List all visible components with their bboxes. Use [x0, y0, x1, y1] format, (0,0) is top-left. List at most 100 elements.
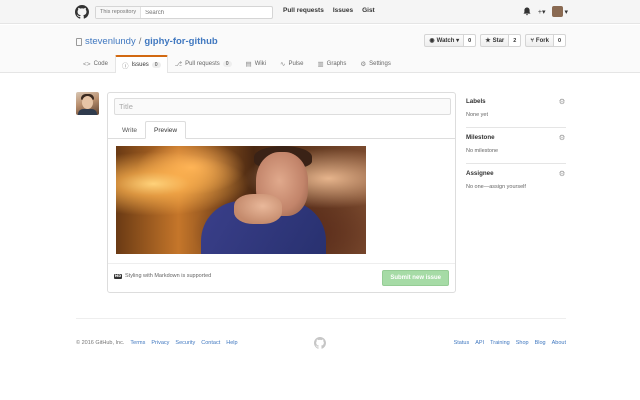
labels-gear-icon[interactable]: ⚙ [558, 98, 566, 106]
milestone-gear-icon[interactable]: ⚙ [558, 134, 566, 142]
gear-icon: ⚙ [360, 61, 367, 68]
new-issue-form: Write Preview MD Styling with Markdown i… [107, 92, 456, 293]
footer-link-shop[interactable]: Shop [516, 340, 529, 346]
tab-pulse[interactable]: ∿ Pulse [273, 55, 310, 72]
git-pull-request-icon: ⎇ [174, 61, 183, 68]
footer-link-help[interactable]: Help [226, 340, 237, 346]
copyright: © 2016 GitHub, Inc. [76, 340, 125, 346]
repo-icon [76, 37, 82, 46]
repo-name-link[interactable]: giphy-for-github [144, 36, 217, 47]
watch-button[interactable]: ◉ Watch ▾ [424, 34, 465, 47]
header-nav: Pull requests Issues Gist [283, 7, 375, 14]
create-new-button[interactable]: +▾ [538, 8, 546, 16]
fork-count[interactable]: 0 [553, 34, 566, 47]
tab-label: Graphs [326, 61, 347, 67]
milestone-value: No milestone [466, 148, 499, 154]
footer-link-terms[interactable]: Terms [130, 340, 145, 346]
fork-button-label: Fork [535, 37, 549, 44]
footer-link-training[interactable]: Training [490, 340, 510, 346]
header-nav-gist[interactable]: Gist [362, 7, 375, 14]
tab-label: Pulse [288, 61, 304, 67]
footer-link-privacy[interactable]: Privacy [151, 340, 169, 346]
footer-link-blog[interactable]: Blog [535, 340, 546, 346]
fork-icon: ⑂ [530, 37, 534, 44]
tab-label: Issues [131, 62, 149, 68]
footer-link-status[interactable]: Status [454, 340, 470, 346]
preview-gif-image [116, 146, 366, 254]
footer-right: Status API Training Shop Blog About [454, 340, 566, 346]
repo-owner-link[interactable]: stevenlundy [85, 36, 136, 47]
avatar-face [82, 96, 93, 109]
footer-link-security[interactable]: Security [175, 340, 195, 346]
tab-label: Code [93, 61, 108, 67]
assignee-section: Assignee No one—assign yourself ⚙ [466, 164, 566, 200]
assignee-gear-icon[interactable]: ⚙ [558, 170, 566, 178]
user-menu-button[interactable]: ▾ [552, 6, 568, 17]
repo-title-separator: / [138, 36, 142, 47]
watch-action: ◉ Watch ▾ 0 [424, 34, 477, 47]
tab-settings[interactable]: ⚙ Settings [353, 55, 398, 72]
fork-action: ⑂ Fork 0 [525, 34, 566, 47]
submit-issue-button[interactable]: Submit new issue [382, 270, 449, 286]
gif-person-hand [234, 194, 282, 224]
site-search[interactable]: This repository [95, 6, 273, 19]
labels-section: Labels None yet ⚙ [466, 92, 566, 128]
star-action: ★ Star 2 [480, 34, 522, 47]
pulse-icon: ∿ [280, 61, 286, 68]
composer-footer: MD Styling with Markdown is supported Su… [108, 263, 455, 292]
tab-wiki[interactable]: ▤ Wiki [239, 55, 274, 72]
labels-heading: Labels [466, 98, 486, 105]
star-icon: ★ [485, 38, 491, 44]
tab-preview[interactable]: Preview [145, 121, 187, 139]
tab-code[interactable]: <> Code [76, 55, 115, 72]
search-scope-label: This repository [96, 7, 142, 18]
markdown-help-link[interactable]: MD Styling with Markdown is supported [114, 273, 211, 279]
issue-sidebar: Labels None yet ⚙ Milestone No milestone… [466, 92, 566, 200]
site-header: This repository Pull requests Issues Gis… [0, 0, 640, 24]
tab-pull-requests[interactable]: ⎇ Pull requests 0 [168, 55, 239, 72]
repo-title: stevenlundy / giphy-for-github [76, 36, 218, 47]
book-icon: ▤ [245, 61, 252, 68]
star-count[interactable]: 2 [509, 34, 522, 47]
issues-counter: 0 [151, 62, 161, 68]
graph-icon: ▥ [317, 61, 324, 68]
site-footer: © 2016 GitHub, Inc. Terms Privacy Securi… [76, 318, 566, 368]
author-avatar[interactable] [76, 92, 99, 115]
footer-link-contact[interactable]: Contact [201, 340, 220, 346]
github-logo-icon[interactable] [75, 5, 89, 19]
tab-label: Wiki [254, 61, 267, 67]
tab-label: Pull requests [185, 61, 220, 67]
tab-issues[interactable]: ⓘ Issues 0 [114, 55, 168, 73]
code-icon: <> [83, 60, 91, 68]
footer-link-api[interactable]: API [475, 340, 484, 346]
star-button-label: Star [492, 37, 505, 44]
footer-left: © 2016 GitHub, Inc. Terms Privacy Securi… [76, 340, 238, 346]
assignee-heading: Assignee [466, 170, 494, 177]
fork-button[interactable]: ⑂ Fork [525, 34, 554, 47]
markdown-icon: MD [114, 273, 122, 279]
milestone-section: Milestone No milestone ⚙ [466, 128, 566, 164]
tab-label: Settings [369, 61, 391, 67]
avatar [552, 6, 564, 17]
tab-write[interactable]: Write [114, 121, 145, 139]
pull-requests-counter: 0 [222, 61, 232, 67]
header-nav-pull-requests[interactable]: Pull requests [283, 7, 324, 14]
header-nav-issues[interactable]: Issues [333, 7, 353, 14]
github-mark-icon[interactable] [314, 337, 326, 349]
header-user-actions: +▾ ▾ [523, 6, 568, 17]
issue-title-input[interactable] [114, 98, 451, 115]
markdown-note: Styling with Markdown is supported [125, 273, 212, 279]
issue-opened-icon: ⓘ [121, 63, 129, 70]
assignee-value[interactable]: No one—assign yourself [466, 184, 566, 190]
search-input[interactable] [141, 9, 262, 16]
repo-actions: ◉ Watch ▾ 0 ★ Star 2 ⑂ Fork 0 [424, 34, 566, 47]
labels-value: None yet [466, 112, 489, 118]
star-button[interactable]: ★ Star [480, 34, 510, 47]
avatar-shirt [78, 109, 97, 115]
watch-button-label: Watch ▾ [436, 38, 460, 44]
bell-icon[interactable] [523, 7, 531, 16]
watch-count[interactable]: 0 [464, 34, 477, 47]
tab-graphs[interactable]: ▥ Graphs [311, 55, 354, 72]
footer-link-about[interactable]: About [552, 340, 566, 346]
eye-icon: ◉ [429, 38, 435, 44]
